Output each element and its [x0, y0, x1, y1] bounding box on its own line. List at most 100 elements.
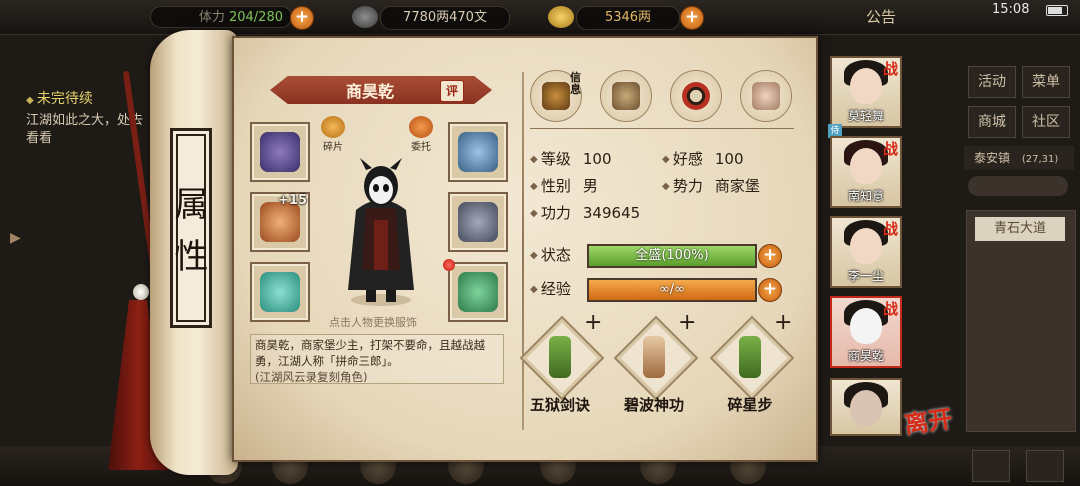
- compass-bar: [968, 176, 1068, 196]
- member-name: 莫轻舞: [847, 109, 884, 123]
- skill-scroll-icon: [643, 336, 665, 378]
- scroll-icon: [612, 82, 640, 110]
- favor-label: 好感: [662, 150, 703, 168]
- shop-button[interactable]: 商城: [968, 106, 1016, 138]
- leave-button[interactable]: 离开: [902, 399, 954, 440]
- team-member-5[interactable]: [830, 378, 902, 436]
- town-name: 泰安镇: [974, 151, 1011, 165]
- town-label: 泰安镇 (27,31): [964, 146, 1074, 170]
- character-description: 商昊乾，商家堡少主，打架不要命，且越战越勇，江湖人称「拼命三郎」。 (江湖风云录…: [250, 334, 504, 384]
- bottom-right-button[interactable]: [1026, 450, 1064, 482]
- level-label: 等级: [530, 150, 571, 168]
- exp-row: 经验: [530, 278, 571, 299]
- clock: 15:08: [992, 2, 1030, 17]
- stat-gender: 性别男: [530, 175, 598, 196]
- description-source: (江湖风云录复刻角色): [255, 370, 368, 384]
- faction-label: 势力: [662, 177, 703, 195]
- bottom-right-button[interactable]: [972, 450, 1010, 482]
- exp-text: ∞/∞: [658, 282, 686, 297]
- faction-value: 商家堡: [714, 177, 760, 195]
- quest-description: 江湖如此之大，处去看看: [26, 113, 144, 146]
- skill-add-button[interactable]: +: [774, 310, 792, 335]
- panel-divider: [522, 72, 524, 430]
- equip-slot-armor[interactable]: [448, 192, 508, 252]
- skill-scroll-icon: [549, 336, 571, 378]
- money-display: 7780两470文: [380, 6, 510, 30]
- character-figure[interactable]: [336, 150, 426, 310]
- fragment-icon: [321, 116, 345, 138]
- equip-slot-accessory[interactable]: [448, 262, 508, 322]
- status-plus-button[interactable]: +: [758, 244, 782, 268]
- power-label: 功力: [530, 204, 571, 222]
- exp-plus-button[interactable]: +: [758, 278, 782, 302]
- notice-button[interactable]: 公告: [866, 6, 896, 27]
- member-name: 南知意: [847, 189, 884, 203]
- battle-tag: 战: [882, 220, 898, 238]
- gold-ingot-icon: [548, 6, 574, 28]
- skill-add-button[interactable]: +: [584, 310, 602, 335]
- equipment-icon: [260, 272, 300, 312]
- skill-scroll-icon: [739, 336, 761, 378]
- description-text: 商昊乾，商家堡少主，打架不要命，且越战越勇，江湖人称「拼命三郎」。: [255, 338, 485, 368]
- skill-add-button[interactable]: +: [678, 310, 696, 335]
- member-name: 商昊乾: [847, 349, 884, 363]
- hat-icon: [542, 82, 570, 110]
- fragment-button[interactable]: 碎片: [318, 116, 348, 153]
- team-member-4[interactable]: 战 商昊乾: [830, 296, 902, 368]
- ingot-display: 5346两: [576, 6, 680, 30]
- favor-value: 100: [714, 150, 744, 168]
- top-bar: 体力 204/280 + 7780两470文 5346两 + 公告 15:08: [0, 0, 1080, 35]
- expand-arrow-icon[interactable]: ▶: [10, 230, 21, 246]
- battle-tag: 战: [882, 300, 898, 318]
- stat-level: 等级 100: [530, 148, 612, 169]
- scroll-tab[interactable]: [600, 70, 652, 122]
- exp-label: 经验: [530, 280, 571, 298]
- equip-slot-ring[interactable]: [250, 262, 310, 322]
- gender-value: 男: [582, 177, 598, 195]
- community-button[interactable]: 社区: [1022, 106, 1070, 138]
- skill-name-3: 碎星步: [727, 396, 773, 414]
- tassel-bead: [133, 284, 149, 300]
- status-row: 状态: [530, 244, 571, 265]
- activity-button[interactable]: 活动: [968, 66, 1016, 98]
- level-value: 100: [582, 150, 612, 168]
- equipment-icon: [458, 202, 498, 242]
- skill-name-1: 五狱剑诀: [529, 396, 590, 414]
- face: [850, 148, 882, 184]
- team-member-2[interactable]: 战 南知意: [830, 136, 902, 208]
- notification-dot: [443, 259, 455, 271]
- equipment-icon: [458, 132, 498, 172]
- equipment-icon: [260, 202, 300, 242]
- entrust-button[interactable]: 委托: [406, 116, 436, 153]
- info-tag: 信息: [570, 71, 581, 96]
- team-member-1[interactable]: 战 莫轻舞: [830, 56, 902, 128]
- stamina-plus-button[interactable]: +: [290, 6, 314, 30]
- icons-underline: [530, 128, 794, 129]
- equipment-icon: [260, 132, 300, 172]
- mask: [850, 308, 882, 344]
- attribute-tab-label[interactable]: 属性: [168, 128, 212, 328]
- battle-tag: 战: [882, 140, 898, 158]
- equip-slot-weapon[interactable]: [250, 122, 310, 182]
- gender-label: 性别: [530, 177, 571, 195]
- ingot-plus-button[interactable]: +: [680, 6, 704, 30]
- stamina-value: 204/280: [228, 10, 283, 25]
- equip-slot-belt[interactable]: [448, 122, 508, 182]
- stamina-display: 体力 204/280: [150, 6, 292, 28]
- menu-button[interactable]: 菜单: [1022, 66, 1070, 98]
- status-text: 全盛(100%): [635, 248, 709, 263]
- team-member-3[interactable]: 战 李一尘: [830, 216, 902, 288]
- face: [850, 68, 882, 104]
- stamina-prefix: 体力: [198, 10, 225, 25]
- stat-favor: 好感 100: [662, 148, 744, 169]
- equipment-icon: [458, 272, 498, 312]
- face: [850, 228, 882, 264]
- bagua-tab[interactable]: [670, 70, 722, 122]
- location-button[interactable]: 青石大道: [975, 217, 1065, 241]
- enhance-level: +15: [278, 193, 307, 208]
- meridian-tab[interactable]: [740, 70, 792, 122]
- outfit-hint: 点击人物更换服饰: [329, 316, 417, 329]
- exp-bar: ∞/∞: [587, 278, 757, 302]
- rate-button[interactable]: 评: [440, 80, 464, 102]
- bagua-icon: [682, 82, 710, 110]
